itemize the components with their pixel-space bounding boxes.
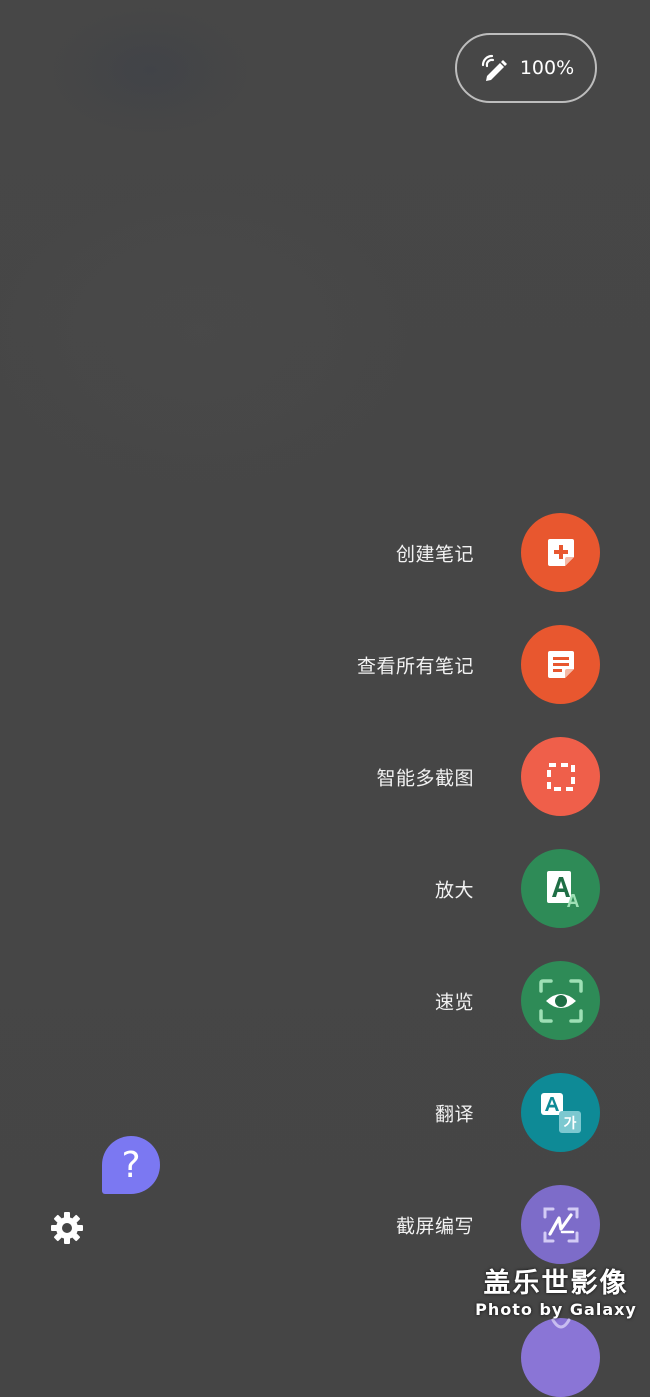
menu-item-glance[interactable]: 速览 <box>0 961 650 1041</box>
magnify-button[interactable] <box>521 849 600 928</box>
menu-item-view-notes[interactable]: 查看所有笔记 <box>0 625 650 705</box>
help-question-icon: ? <box>121 1144 141 1186</box>
screen-write-icon <box>543 1207 578 1242</box>
app-shortcut-icon <box>551 1318 570 1329</box>
smart-select-icon <box>546 762 575 791</box>
menu-item-label: 速览 <box>434 991 474 1014</box>
view-notes-button[interactable] <box>521 625 600 704</box>
menu-item-label: 翻译 <box>434 1103 474 1126</box>
pen-battery-indicator: 100% <box>455 33 597 103</box>
create-note-button[interactable] <box>521 513 600 592</box>
menu-item-screen-write[interactable]: 截屏编写 <box>0 1185 650 1265</box>
pen-signal-icon <box>481 54 507 81</box>
translate-button[interactable]: 가 <box>521 1073 600 1152</box>
smart-select-button[interactable] <box>521 737 600 816</box>
settings-gear-icon[interactable] <box>50 1211 84 1245</box>
menu-item-create-note[interactable]: 创建笔记 <box>0 513 650 593</box>
magnify-icon <box>546 870 579 907</box>
menu-item-magnify[interactable]: 放大 <box>0 849 650 929</box>
watermark-subtitle: Photo by Galaxy <box>475 1300 637 1319</box>
menu-item-label: 查看所有笔记 <box>356 655 474 678</box>
menu-item-label: 放大 <box>434 879 474 902</box>
photo-watermark: 盖乐世影像 Photo by Galaxy <box>470 1268 642 1320</box>
svg-text:가: 가 <box>563 1116 576 1132</box>
translate-icon: 가 <box>540 1092 581 1133</box>
screen-write-button[interactable] <box>521 1185 600 1264</box>
create-note-icon <box>547 538 574 566</box>
menu-item-partial[interactable] <box>521 1318 600 1397</box>
menu-item-label: 智能多截图 <box>376 767 474 790</box>
menu-item-smart-select[interactable]: 智能多截图 <box>0 737 650 817</box>
help-button[interactable]: ? <box>102 1136 160 1194</box>
menu-item-translate[interactable]: 翻译 가 <box>0 1073 650 1153</box>
glance-button[interactable] <box>521 961 600 1040</box>
glance-icon <box>538 978 583 1023</box>
watermark-title: 盖乐世影像 <box>483 1268 629 1299</box>
menu-item-label: 截屏编写 <box>395 1215 474 1238</box>
view-notes-icon <box>547 650 574 678</box>
battery-level-text: 100% <box>519 57 575 79</box>
menu-item-label: 创建笔记 <box>395 543 474 566</box>
